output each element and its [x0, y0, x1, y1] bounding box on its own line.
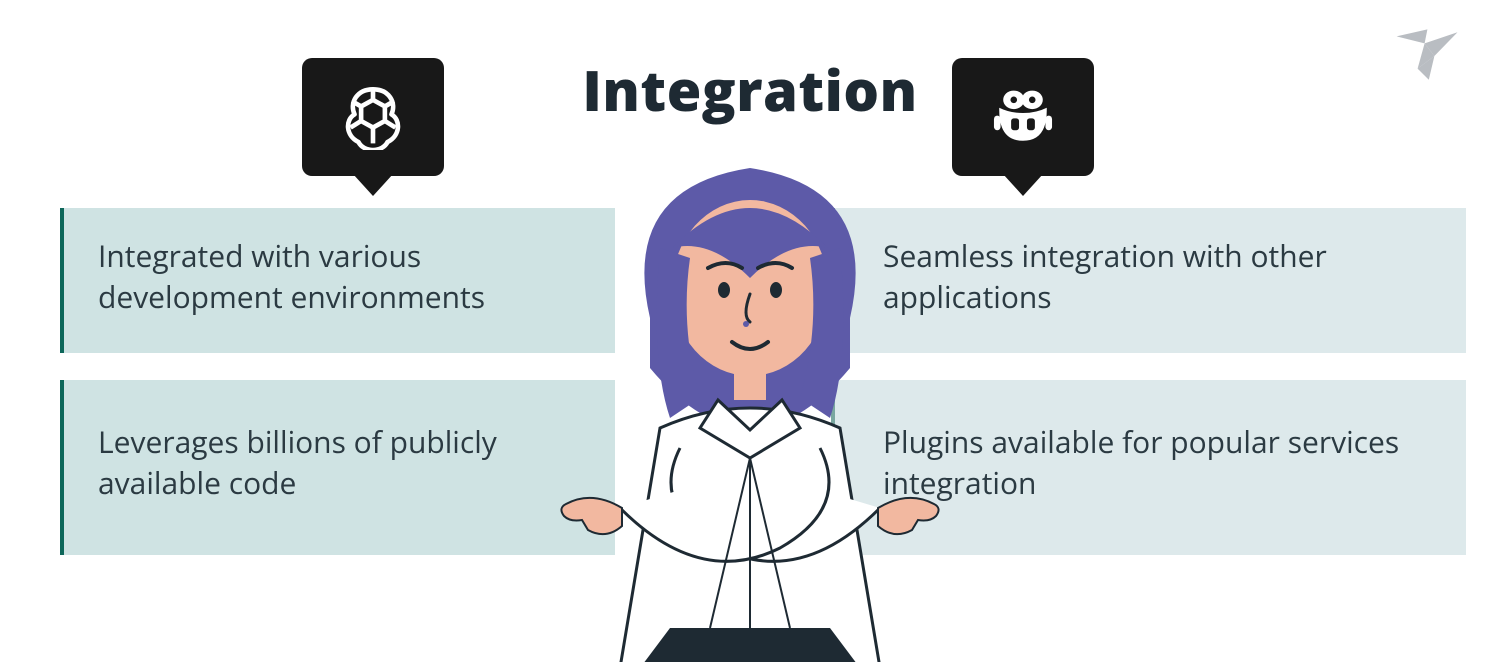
openai-knot-icon	[340, 84, 406, 150]
person-illustration	[500, 128, 1000, 662]
diagram-stage: Integration	[0, 0, 1500, 662]
page-title: Integration	[0, 52, 1500, 128]
freelancer-bird-icon	[1390, 28, 1462, 84]
openai-bubble	[302, 58, 444, 176]
